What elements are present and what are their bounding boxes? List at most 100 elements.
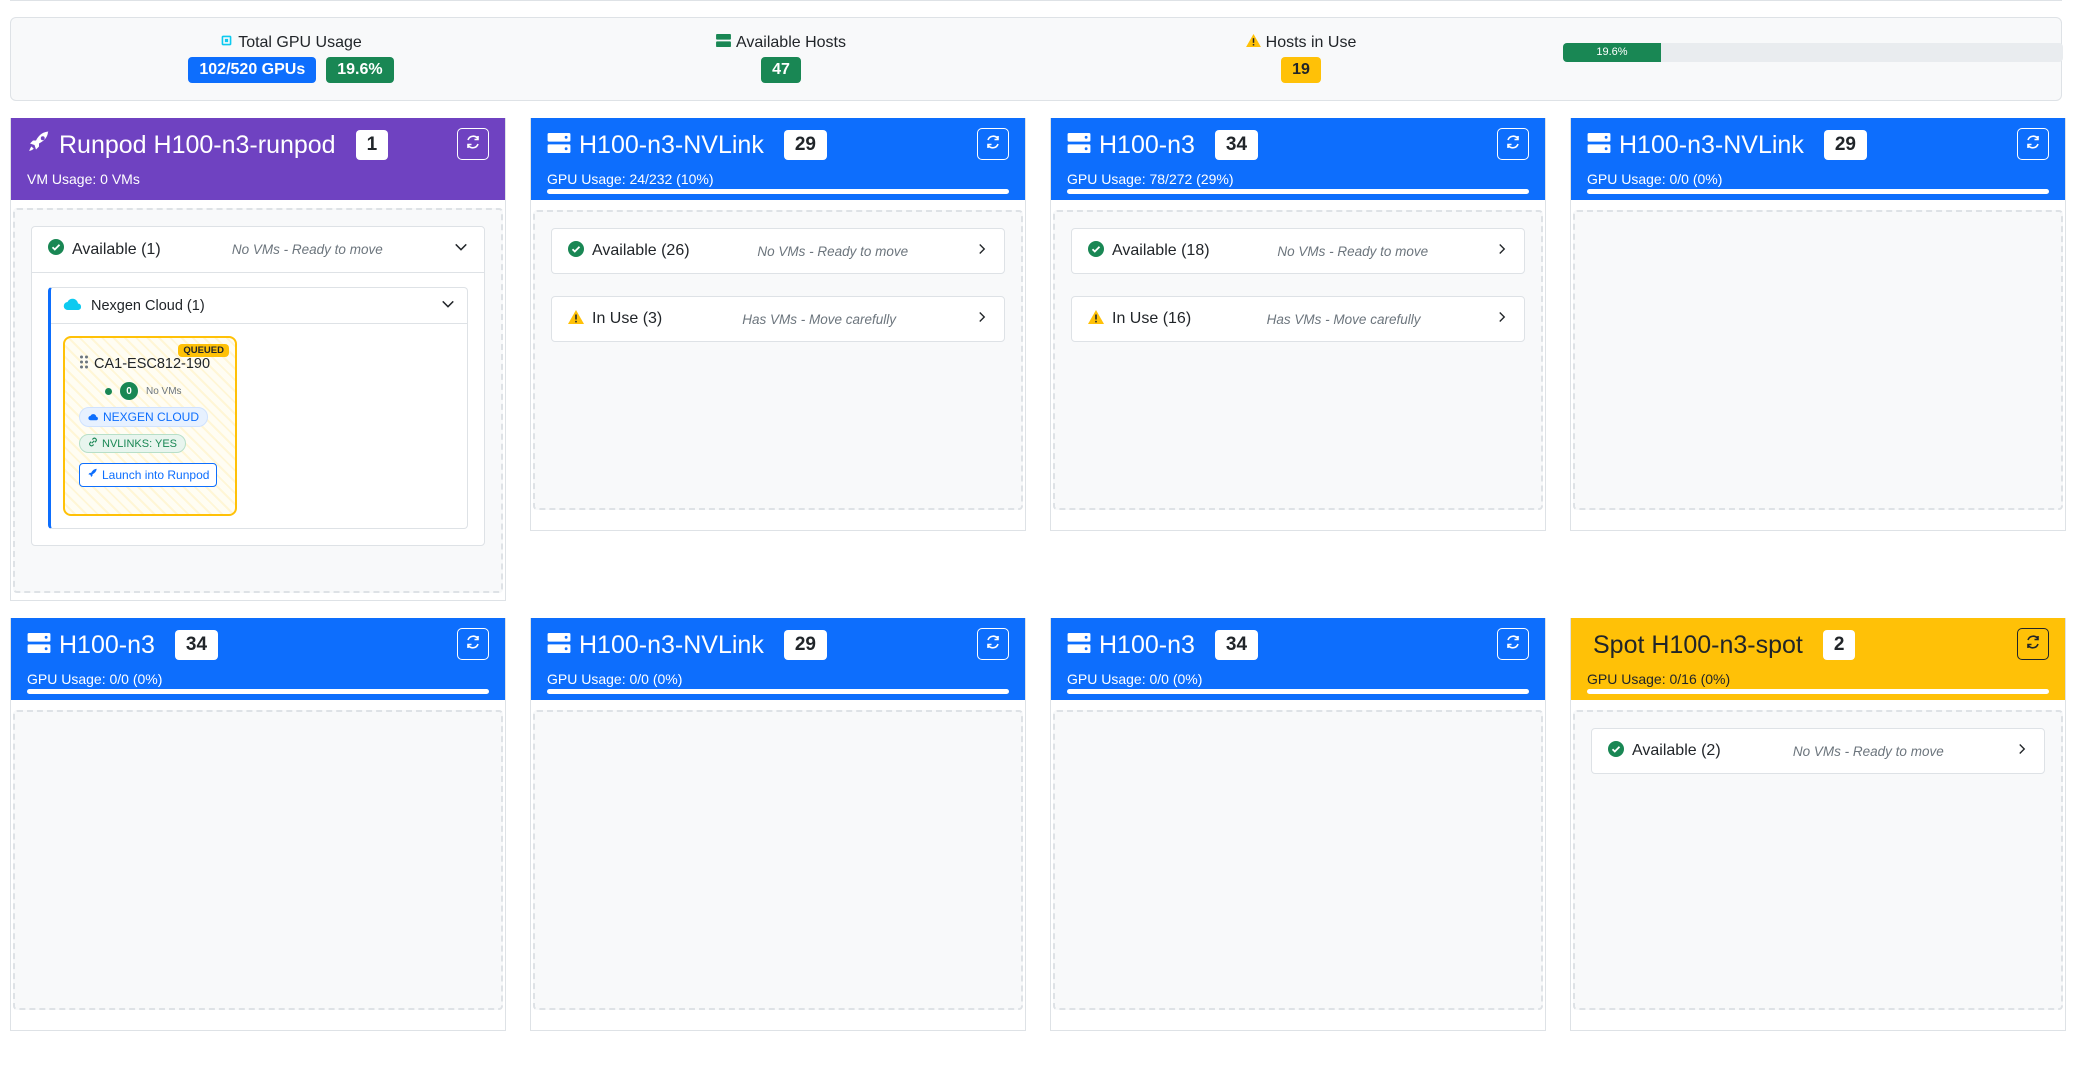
pool-header: H100-n3-NVLink 29 GPU Usage: 0/0 (0%) xyxy=(1571,118,2065,200)
pool-dropzone[interactable] xyxy=(1573,210,2063,510)
pool-usage-bar xyxy=(547,689,1009,694)
pool-dropzone[interactable]: Available (18) No VMs - Ready to move In… xyxy=(1053,210,1543,510)
rocket-icon xyxy=(87,468,98,482)
pool-header: H100-n3 34 GPU Usage: 0/0 (0%) xyxy=(1051,618,1545,700)
group-available-header[interactable]: Available (1) No VMs - Ready to move xyxy=(32,227,484,273)
pool-dropzone[interactable] xyxy=(1053,710,1543,1010)
total-gpu-count: 102/520 GPUs xyxy=(188,57,317,83)
pool-usage: GPU Usage: 0/0 (0%) xyxy=(1587,171,1723,187)
total-gpu-pct: 19.6% xyxy=(326,57,394,83)
pool-header: H100-n3 34 GPU Usage: 78/272 (29%) xyxy=(1051,118,1545,200)
available-hosts-value: 47 xyxy=(761,57,801,83)
refresh-button[interactable] xyxy=(1497,128,1529,160)
chevron-right-icon xyxy=(1496,310,1508,328)
pool-count: 29 xyxy=(1823,130,1867,160)
pool-column-h100-n3-2: H100-n3 34 GPU Usage: 0/0 (0%) xyxy=(10,618,506,1031)
total-gpu-stat: Total GPU Usage 102/520 GPUs 19.6% xyxy=(166,32,416,83)
launch-label: Launch into Runpod xyxy=(102,468,210,482)
chevron-right-icon xyxy=(976,310,988,328)
server-icon xyxy=(1067,631,1091,660)
refresh-button[interactable] xyxy=(457,128,489,160)
provider-label: Nexgen Cloud (1) xyxy=(91,297,205,314)
pool-dropzone[interactable]: Available (1) No VMs - Ready to move Nex… xyxy=(13,208,503,593)
pool-count: 1 xyxy=(355,130,389,160)
pool-header: H100-n3-NVLink 29 GPU Usage: 24/232 (10%… xyxy=(531,118,1025,200)
pool-dropzone[interactable]: Available (2) No VMs - Ready to move xyxy=(1573,710,2063,1010)
cloud-icon xyxy=(88,410,99,424)
check-circle-icon xyxy=(1088,240,1104,262)
pool-header: Runpod H100-n3-runpod 1 VM Usage: 0 VMs xyxy=(11,118,505,200)
summary-bar: Total GPU Usage 102/520 GPUs 19.6% Avail… xyxy=(10,17,2063,101)
refresh-button[interactable] xyxy=(2017,128,2049,160)
refresh-icon xyxy=(2025,134,2041,155)
refresh-button[interactable] xyxy=(977,628,1009,660)
cloud-tag: NEXGEN CLOUD xyxy=(79,407,209,427)
server-icon xyxy=(547,131,571,160)
launch-runpod-button[interactable]: Launch into Runpod xyxy=(79,463,218,487)
check-circle-icon xyxy=(1608,740,1624,762)
pool-usage: GPU Usage: 0/0 (0%) xyxy=(1067,671,1203,687)
group-in-use[interactable]: In Use (3) Has VMs - Move carefully xyxy=(551,296,1005,342)
pool-column-h100-n3-nvlink-2: H100-n3-NVLink 29 GPU Usage: 0/0 (0%) xyxy=(1570,118,2066,531)
cloud-icon xyxy=(63,297,83,315)
pool-header: H100-n3-NVLink 29 GPU Usage: 0/0 (0%) xyxy=(531,618,1025,700)
check-circle-icon xyxy=(568,240,584,262)
pool-column-runpod: Runpod H100-n3-runpod 1 VM Usage: 0 VMs … xyxy=(10,118,506,601)
check-circle-icon xyxy=(48,239,64,260)
host-card[interactable]: QUEUED CA1-ESC812-190 0 No VMs NEXGEN CL… xyxy=(63,336,237,516)
pool-header: H100-n3 34 GPU Usage: 0/0 (0%) xyxy=(11,618,505,700)
warning-icon xyxy=(568,309,584,329)
pool-count: 29 xyxy=(783,630,827,660)
pool-usage-bar xyxy=(547,189,1009,194)
pool-count: 34 xyxy=(1214,130,1259,160)
gpu-usage-progress: 19.6% xyxy=(1563,43,2063,62)
warning-icon xyxy=(1245,34,1261,52)
drag-handle-icon[interactable] xyxy=(79,354,89,374)
group-in-use[interactable]: In Use (16) Has VMs - Move carefully xyxy=(1071,296,1525,342)
group-hint: Has VMs - Move carefully xyxy=(742,311,897,327)
group-label: In Use (16) xyxy=(1112,310,1192,327)
refresh-button[interactable] xyxy=(1497,628,1529,660)
available-hosts-stat: Available Hosts 47 xyxy=(681,32,881,83)
pool-dropzone[interactable]: Available (26) No VMs - Ready to move In… xyxy=(533,210,1023,510)
refresh-icon xyxy=(1505,634,1521,655)
provider-group-header[interactable]: Nexgen Cloud (1) xyxy=(51,288,467,324)
pool-title: Spot H100-n3-spot xyxy=(1593,630,1803,659)
hosts-in-use-stat: Hosts in Use 19 xyxy=(1201,32,1401,83)
refresh-button[interactable] xyxy=(457,628,489,660)
pool-count: 2 xyxy=(1822,630,1856,660)
server-icon xyxy=(1067,131,1091,160)
cloud-tag-label: NEXGEN CLOUD xyxy=(103,410,200,424)
group-available[interactable]: Available (18) No VMs - Ready to move xyxy=(1071,228,1525,274)
server-icon xyxy=(547,631,571,660)
refresh-button[interactable] xyxy=(2017,628,2049,660)
group-available[interactable]: Available (2) No VMs - Ready to move xyxy=(1591,728,2045,774)
pool-dropzone[interactable] xyxy=(13,710,503,1010)
group-label: Available (26) xyxy=(592,242,690,259)
pool-usage-bar xyxy=(27,689,489,694)
hosts-in-use-value: 19 xyxy=(1281,57,1321,83)
host-name: CA1-ESC812-190 xyxy=(94,356,211,372)
pool-usage-bar xyxy=(1587,689,2049,694)
server-icon xyxy=(27,631,51,660)
pool-usage-bar xyxy=(1067,189,1529,194)
pool-title: H100-n3 xyxy=(1099,130,1195,159)
pool-usage: GPU Usage: 0/16 (0%) xyxy=(1587,671,1731,687)
pool-column-h100-n3: H100-n3 34 GPU Usage: 78/272 (29%) Avail… xyxy=(1050,118,1546,531)
server-icon xyxy=(716,34,731,52)
group-hint: No VMs - Ready to move xyxy=(1277,243,1429,259)
pool-usage: GPU Usage: 0/0 (0%) xyxy=(547,671,683,687)
rocket-icon xyxy=(27,130,51,161)
status-dot xyxy=(105,387,112,395)
pool-count: 34 xyxy=(174,630,219,660)
group-label: Available (1) xyxy=(72,240,161,258)
refresh-button[interactable] xyxy=(977,128,1009,160)
refresh-icon xyxy=(985,134,1001,155)
group-available[interactable]: Available (26) No VMs - Ready to move xyxy=(551,228,1005,274)
pool-dropzone[interactable] xyxy=(533,710,1023,1010)
nvlinks-tag-label: NVLINKS: YES xyxy=(102,437,177,450)
pool-column-h100-n3-3: H100-n3 34 GPU Usage: 0/0 (0%) xyxy=(1050,618,1546,1031)
pool-header: Spot H100-n3-spot 2 GPU Usage: 0/16 (0%) xyxy=(1571,618,2065,700)
server-icon xyxy=(1587,131,1611,160)
chip-icon xyxy=(220,34,233,52)
